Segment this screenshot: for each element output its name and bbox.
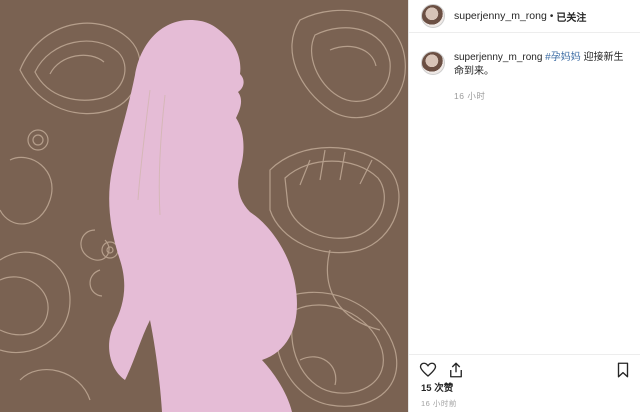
pregnant-woman-illustration: [0, 0, 408, 412]
avatar[interactable]: [421, 4, 445, 28]
caption-username[interactable]: superjenny_m_rong: [454, 52, 542, 63]
post-header: superjenny_m_rong • 已关注: [409, 0, 640, 33]
post-sidebar: superjenny_m_rong • 已关注 superjenny_m_ron…: [408, 0, 640, 412]
caption-timestamp: 16 小时: [454, 91, 486, 101]
caption-avatar[interactable]: [421, 51, 445, 75]
caption-block: superjenny_m_rong #孕妈妈 迎接新生命到来。 16 小时: [409, 33, 640, 103]
caption-body: superjenny_m_rong #孕妈妈 迎接新生命到来。 16 小时: [454, 51, 624, 103]
post-timestamp: 16 小时前: [421, 399, 457, 408]
hashtag-link[interactable]: #孕妈妈: [545, 52, 581, 63]
action-bar: [409, 354, 640, 381]
username-link[interactable]: superjenny_m_rong: [454, 10, 547, 22]
share-icon[interactable]: [447, 361, 465, 379]
like-count[interactable]: 15 次赞: [421, 380, 453, 394]
post-image[interactable]: [0, 0, 408, 412]
heart-outline-icon[interactable]: [419, 361, 437, 379]
following-button[interactable]: 已关注: [556, 9, 586, 24]
bookmark-icon[interactable]: [614, 361, 632, 379]
instagram-post-window: superjenny_m_rong • 已关注 superjenny_m_ron…: [0, 0, 640, 412]
separator-dot: •: [549, 10, 554, 22]
